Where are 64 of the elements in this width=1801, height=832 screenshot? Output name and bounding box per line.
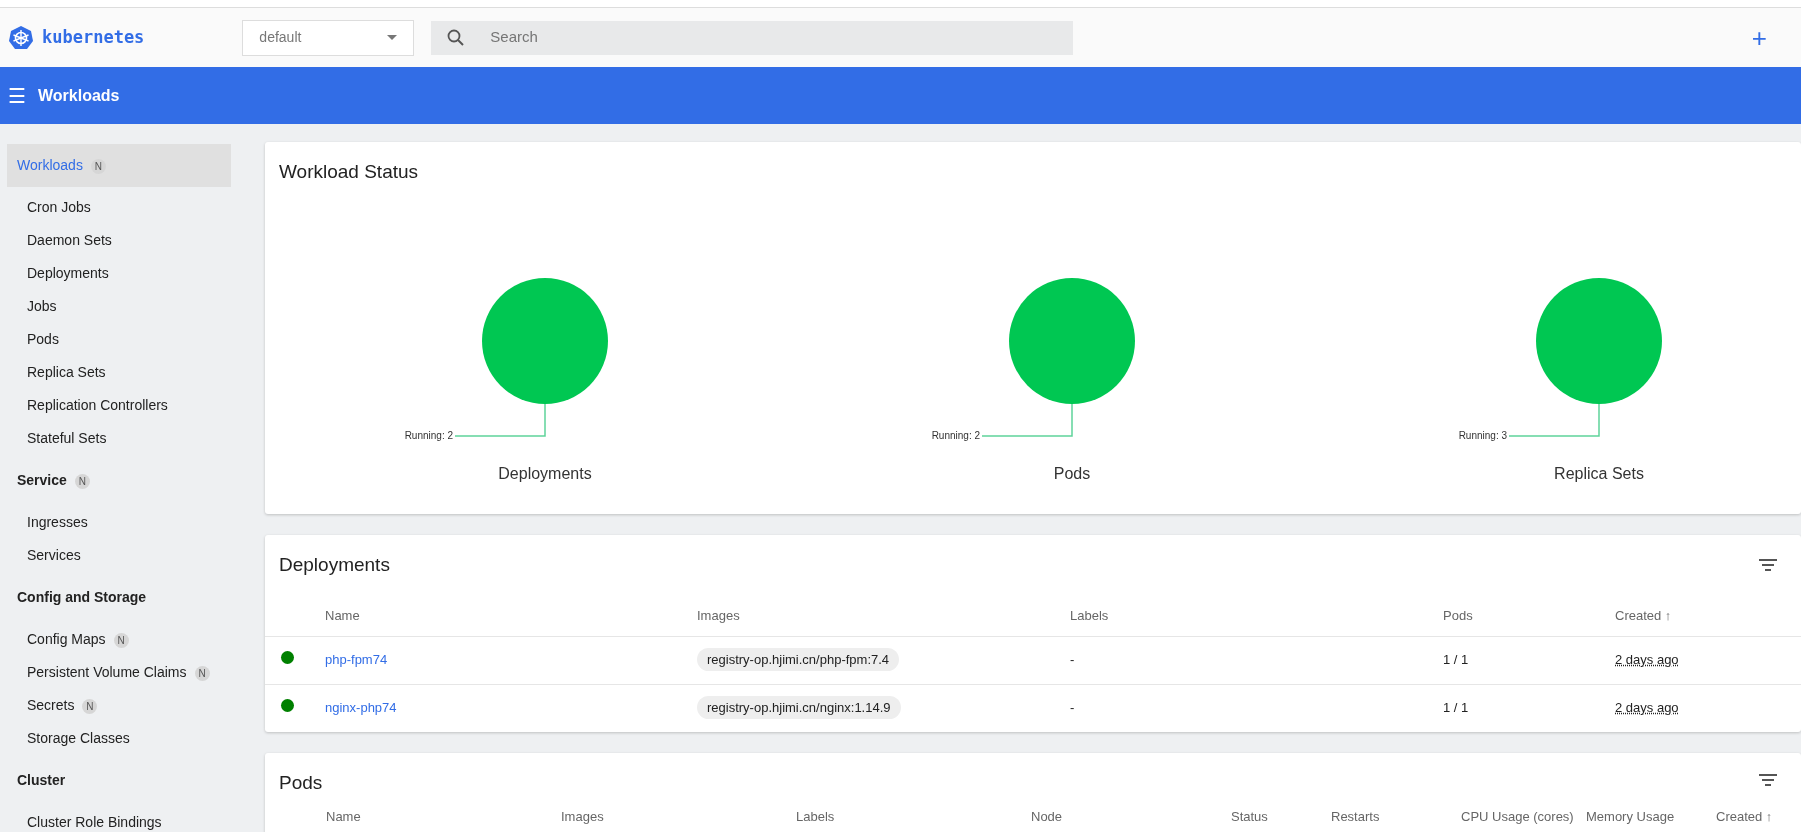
new-badge: N	[194, 666, 210, 681]
add-button[interactable]: +	[1745, 23, 1773, 52]
table-cell-text: 1 / 1	[1443, 699, 1470, 718]
sidebar-section[interactable]: Workloads N	[7, 144, 231, 187]
new-badge: N	[82, 699, 98, 714]
table-cell-text: -	[1070, 651, 1076, 670]
slice-label: Running: 2	[931, 429, 980, 441]
column-header[interactable]: Created ↑	[1615, 605, 1801, 626]
new-badge: N	[74, 474, 90, 489]
menu-button[interactable]: ☰	[0, 80, 38, 111]
card-title: Pods	[278, 770, 324, 795]
chart-title: Deployments	[497, 464, 592, 482]
column-header[interactable]: Name	[326, 807, 561, 827]
sidebar-item[interactable]: Cron Jobs	[7, 191, 240, 224]
search-field[interactable]: Search	[431, 20, 1074, 55]
sidebar-item[interactable]: Cluster Role Bindings	[7, 806, 240, 832]
sidebar-section[interactable]: Cluster	[7, 759, 231, 802]
chart-title: Replica Sets	[1553, 464, 1644, 482]
column-header[interactable]: Memory Usage	[1586, 807, 1716, 827]
sidebar-item[interactable]: Deployments	[7, 257, 240, 290]
sidebar-item[interactable]: Replication Controllers	[7, 389, 240, 422]
sidebar-item[interactable]: Ingresses	[7, 506, 240, 539]
new-badge: N	[90, 159, 106, 174]
table-cell-text: -	[1070, 699, 1076, 718]
column-header[interactable]: Created ↑	[1716, 807, 1801, 827]
column-header[interactable]: Labels	[796, 807, 1031, 827]
column-header[interactable]: Images	[697, 605, 1070, 626]
chart-title: Pods	[1053, 464, 1090, 482]
new-badge: N	[113, 633, 129, 648]
search-input[interactable]: Search	[488, 25, 1058, 50]
sidebar-item[interactable]: Stateful Sets	[7, 422, 240, 455]
image-chip: registry-op.hjimi.cn/nginx:1.14.9	[697, 696, 901, 720]
sidebar-item[interactable]: Persistent Volume Claims N	[7, 656, 240, 689]
column-header[interactable]: Name	[325, 605, 697, 626]
slice-label: Running: 2	[404, 429, 453, 441]
column-header[interactable]: Node	[1031, 807, 1231, 827]
page-title: Workloads	[38, 85, 120, 106]
namespace-select[interactable]: default	[242, 19, 415, 56]
column-header[interactable]: CPU Usage (cores)	[1461, 807, 1586, 827]
column-header[interactable]: Pods	[1443, 605, 1615, 626]
sidebar-section[interactable]: Service N	[7, 459, 231, 502]
card-title: Workload Status	[278, 160, 420, 184]
sidebar-item[interactable]: Daemon Sets	[7, 224, 240, 257]
deployment-link[interactable]: php-fpm74	[325, 652, 388, 668]
card-title: Deployments	[278, 553, 391, 577]
deployment-link[interactable]: nginx-php74	[325, 700, 397, 716]
table-cell-text: 1 / 1	[1443, 651, 1470, 670]
column-header[interactable]: Labels	[1070, 605, 1443, 626]
column-header[interactable]: Restarts	[1331, 807, 1461, 827]
sidebar-item[interactable]: Services	[7, 539, 240, 572]
logo-text: kubernetes	[42, 25, 145, 49]
created-date: 2 days ago	[1615, 652, 1679, 668]
sidebar-item[interactable]: Secrets N	[7, 689, 240, 722]
sidebar-item[interactable]: Jobs	[7, 290, 240, 323]
column-header[interactable]: Images	[561, 807, 796, 827]
sidebar-item[interactable]: Storage Classes	[7, 722, 240, 755]
sidebar-item[interactable]: Pods	[7, 323, 240, 356]
created-date: 2 days ago	[1615, 700, 1679, 716]
slice-label: Running: 3	[1458, 429, 1507, 441]
sidebar-item[interactable]: Config Maps N	[7, 623, 240, 656]
column-header[interactable]: Status	[1231, 807, 1331, 827]
sidebar-item[interactable]: Replica Sets	[7, 356, 240, 389]
sidebar-section[interactable]: Config and Storage	[7, 576, 231, 619]
image-chip: registry-op.hjimi.cn/php-fpm:7.4	[697, 648, 900, 672]
